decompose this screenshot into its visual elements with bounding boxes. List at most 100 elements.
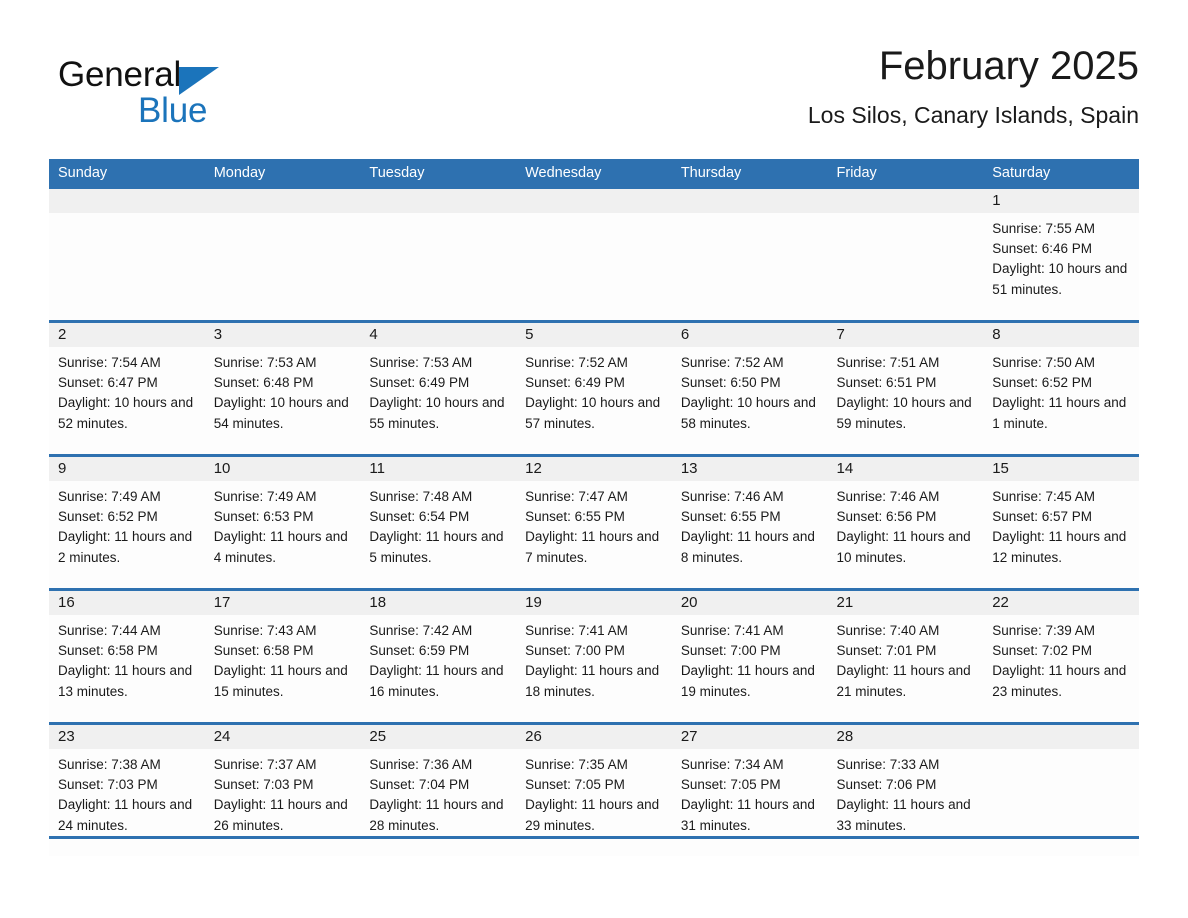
day-cell[interactable]: 13 Sunrise: 7:46 AM Sunset: 6:55 PM Dayligh… <box>671 454 828 590</box>
sunset-text: Sunset: 6:52 PM <box>58 509 158 525</box>
day-cell[interactable]: 16 Sunrise: 7:44 AM Sunset: 6:58 PM Dayligh… <box>49 588 205 724</box>
day-cell[interactable]: 12 Sunrise: 7:47 AM Sunset: 6:55 PM Dayligh… <box>516 454 672 590</box>
day-cell[interactable]: 3 Sunrise: 7:53 AM Sunset: 6:48 PM Daylight… <box>204 320 361 456</box>
day-cell[interactable]: 2 Sunrise: 7:54 AM Sunset: 6:47 PM Daylight… <box>49 320 205 456</box>
day-cell[interactable]: 5 Sunrise: 7:52 AM Sunset: 6:49 PM Daylight… <box>516 320 672 456</box>
day-number: 8 <box>983 323 1139 347</box>
day-number <box>983 725 1139 749</box>
day-number: 27 <box>671 725 828 749</box>
sunrise-text: Sunrise: 7:53 AM <box>369 355 473 370</box>
sunset-text: Sunset: 7:03 PM <box>58 777 158 793</box>
sunset-text: Sunset: 6:57 PM <box>992 509 1093 525</box>
sunset-text: Sunset: 6:49 PM <box>369 375 470 391</box>
day-cell[interactable]: 10 Sunrise: 7:49 AM Sunset: 6:53 PM Dayligh… <box>204 454 361 590</box>
day-number: 14 <box>827 457 984 481</box>
day-cell[interactable]: 22 Sunrise: 7:39 AM Sunset: 7:02 PM Dayligh… <box>983 588 1139 724</box>
generalblue-logo[interactable]: General Blue <box>58 55 288 130</box>
sunset-text: Sunset: 6:47 PM <box>58 375 158 391</box>
daylight-text: Daylight: 10 hours and 51 minutes. <box>992 261 1128 297</box>
daylight-text: Daylight: 11 hours and 21 minutes. <box>836 663 971 699</box>
day-cell[interactable]: 14 Sunrise: 7:46 AM Sunset: 6:56 PM Dayligh… <box>827 454 984 590</box>
sunset-text: Sunset: 7:06 PM <box>836 777 937 793</box>
daylight-text: Daylight: 10 hours and 52 minutes. <box>58 395 194 431</box>
day-cell[interactable] <box>204 189 361 322</box>
day-cell[interactable]: 1 Sunrise: 7:55 AM Sunset: 6:46 PM Daylight… <box>983 189 1139 322</box>
day-cell[interactable]: 11 Sunrise: 7:48 AM Sunset: 6:54 PM Dayligh… <box>360 454 517 590</box>
sunrise-text: Sunrise: 7:36 AM <box>369 757 473 772</box>
week-row: 9 Sunrise: 7:49 AM Sunset: 6:52 PM Daylight… <box>49 454 1139 590</box>
day-cell[interactable]: 21 Sunrise: 7:40 AM Sunset: 7:01 PM Dayligh… <box>827 588 984 724</box>
weekday-header-wednesday: Wednesday <box>516 159 672 189</box>
weekday-header-sunday: Sunday <box>49 159 205 189</box>
sunrise-text: Sunrise: 7:34 AM <box>680 757 784 772</box>
sunrise-text: Sunrise: 7:46 AM <box>836 489 940 504</box>
day-number: 26 <box>516 725 672 749</box>
sunset-text: Sunset: 6:50 PM <box>680 375 781 391</box>
sunset-text: Sunset: 6:46 PM <box>992 241 1093 257</box>
sunrise-text: Sunrise: 7:43 AM <box>213 623 317 638</box>
sunrise-text: Sunrise: 7:50 AM <box>992 355 1096 370</box>
daylight-text: Daylight: 11 hours and 10 minutes. <box>836 529 971 565</box>
day-cell[interactable] <box>671 189 828 322</box>
calendar-table: Sunday Monday Tuesday Wednesday Thursday… <box>49 159 1139 856</box>
weekday-header-monday: Monday <box>204 159 361 189</box>
day-number: 10 <box>204 457 361 481</box>
day-number: 22 <box>983 591 1139 615</box>
daylight-text: Daylight: 10 hours and 55 minutes. <box>369 395 505 431</box>
day-number: 23 <box>49 725 205 749</box>
day-cell[interactable]: 7 Sunrise: 7:51 AM Sunset: 6:51 PM Daylight… <box>827 320 984 456</box>
sunset-text: Sunset: 7:00 PM <box>680 643 781 659</box>
day-number: 17 <box>204 591 361 615</box>
calendar-header-row: Sunday Monday Tuesday Wednesday Thursday… <box>49 159 1139 189</box>
daylight-text: Daylight: 11 hours and 4 minutes. <box>213 529 348 565</box>
sunset-text: Sunset: 7:05 PM <box>525 777 625 793</box>
day-number <box>49 189 205 213</box>
sunrise-text: Sunrise: 7:55 AM <box>992 221 1096 236</box>
sunset-text: Sunset: 6:55 PM <box>680 509 781 525</box>
sunrise-text: Sunrise: 7:46 AM <box>680 489 784 504</box>
day-number <box>204 189 361 213</box>
day-cell[interactable] <box>49 189 205 322</box>
day-cell[interactable]: 19 Sunrise: 7:41 AM Sunset: 7:00 PM Dayligh… <box>516 588 672 724</box>
day-cell[interactable] <box>516 189 672 322</box>
daylight-text: Daylight: 10 hours and 58 minutes. <box>680 395 816 431</box>
daylight-text: Daylight: 11 hours and 16 minutes. <box>369 663 504 699</box>
day-number: 13 <box>671 457 828 481</box>
sunrise-text: Sunrise: 7:33 AM <box>836 757 940 772</box>
logo-top-line: General <box>58 55 288 95</box>
sunset-text: Sunset: 7:04 PM <box>369 777 470 793</box>
day-cell[interactable]: 4 Sunrise: 7:53 AM Sunset: 6:49 PM Daylight… <box>360 320 517 456</box>
day-number: 19 <box>516 591 672 615</box>
day-number: 6 <box>671 323 828 347</box>
page-header: General Blue February 2025 Los Silos, Ca… <box>49 40 1139 150</box>
weekday-header-tuesday: Tuesday <box>360 159 517 189</box>
week-row: 1 Sunrise: 7:55 AM Sunset: 6:46 PM Daylight… <box>49 189 1139 322</box>
sunset-text: Sunset: 6:58 PM <box>58 643 158 659</box>
day-cell[interactable]: 18 Sunrise: 7:42 AM Sunset: 6:59 PM Dayligh… <box>360 588 517 724</box>
sunset-text: Sunset: 7:00 PM <box>525 643 625 659</box>
day-cell[interactable]: 9 Sunrise: 7:49 AM Sunset: 6:52 PM Daylight… <box>49 454 205 590</box>
day-cell[interactable] <box>360 189 517 322</box>
sunrise-text: Sunrise: 7:42 AM <box>369 623 473 638</box>
sunrise-text: Sunrise: 7:49 AM <box>58 489 161 504</box>
day-cell[interactable]: 6 Sunrise: 7:52 AM Sunset: 6:50 PM Daylight… <box>671 320 828 456</box>
sunrise-text: Sunrise: 7:51 AM <box>836 355 940 370</box>
sunset-text: Sunset: 6:52 PM <box>992 375 1093 391</box>
day-cell[interactable] <box>827 189 984 322</box>
day-cell[interactable]: 15 Sunrise: 7:45 AM Sunset: 6:57 PM Dayligh… <box>983 454 1139 590</box>
day-cell[interactable]: 17 Sunrise: 7:43 AM Sunset: 6:58 PM Dayligh… <box>204 588 361 724</box>
day-number: 24 <box>204 725 361 749</box>
day-number: 4 <box>360 323 517 347</box>
day-number: 28 <box>827 725 984 749</box>
daylight-text: Daylight: 11 hours and 13 minutes. <box>58 663 193 699</box>
day-number: 2 <box>49 323 205 347</box>
sunrise-text: Sunrise: 7:52 AM <box>525 355 628 370</box>
day-number: 7 <box>827 323 984 347</box>
sunrise-text: Sunrise: 7:47 AM <box>525 489 628 504</box>
day-cell[interactable]: 8 Sunrise: 7:50 AM Sunset: 6:52 PM Daylight… <box>983 320 1139 456</box>
sunrise-text: Sunrise: 7:39 AM <box>992 623 1096 638</box>
daylight-text: Daylight: 11 hours and 29 minutes. <box>525 797 660 833</box>
sunrise-text: Sunrise: 7:41 AM <box>680 623 784 638</box>
sunrise-text: Sunrise: 7:45 AM <box>992 489 1096 504</box>
day-cell[interactable]: 20 Sunrise: 7:41 AM Sunset: 7:00 PM Dayligh… <box>671 588 828 724</box>
